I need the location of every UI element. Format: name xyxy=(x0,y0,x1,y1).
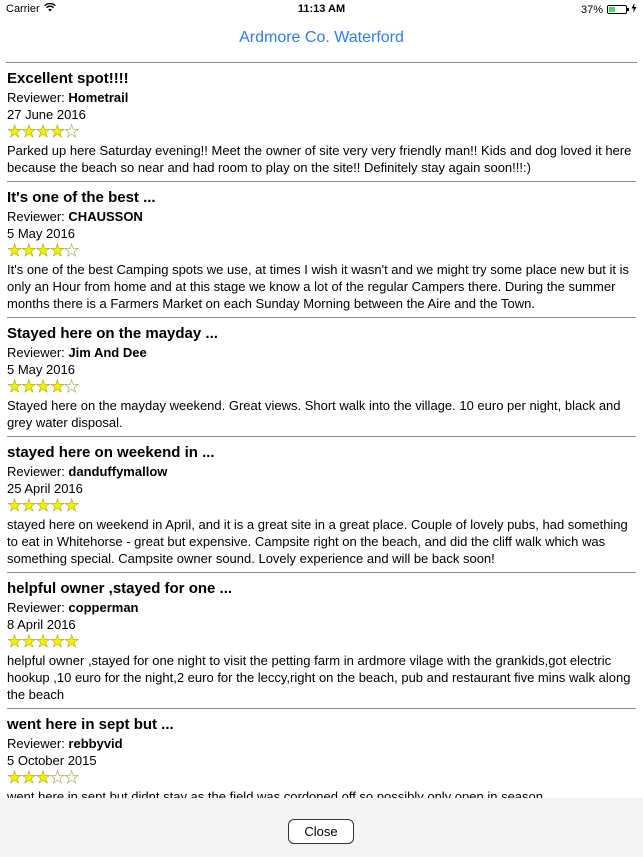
review-body: Stayed here on the mayday weekend. Great… xyxy=(7,398,621,430)
reviewer-name: danduffymallow xyxy=(68,464,168,479)
star-filled-icon: ★ xyxy=(35,496,51,515)
star-filled-icon: ★ xyxy=(49,496,65,515)
review-date: 25 April 2016 xyxy=(7,481,83,496)
star-empty-icon: ★ xyxy=(64,241,80,260)
review-body: It's one of the best Camping spots we us… xyxy=(7,262,630,311)
review-date: 5 May 2016 xyxy=(7,362,75,377)
reviewer-line: Reviewer: CHAUSSON xyxy=(7,208,636,225)
reviewer-name: rebbyvid xyxy=(68,736,123,751)
star-rating: ★★★★★ xyxy=(7,241,636,260)
review-item: Excellent spot!!!! Reviewer: Hometrail 27 … xyxy=(7,63,636,182)
star-filled-icon: ★ xyxy=(35,768,51,787)
charging-icon xyxy=(631,3,637,16)
star-empty-icon: ★ xyxy=(64,377,80,396)
reviewer-name: Hometrail xyxy=(68,90,129,105)
reviews-list[interactable]: Excellent spot!!!! Reviewer: Hometrail 27 … xyxy=(7,63,636,811)
star-filled-icon: ★ xyxy=(35,632,51,651)
reviewer-prefix: Reviewer: xyxy=(7,209,69,224)
review-title: helpful owner ,stayed for one ... xyxy=(7,580,233,597)
star-filled-icon: ★ xyxy=(49,632,65,651)
star-filled-icon: ★ xyxy=(7,768,23,787)
review-body: Parked up here Saturday evening!! Meet t… xyxy=(7,143,632,175)
star-rating: ★★★★★ xyxy=(7,768,636,787)
review-title: Stayed here on the mayday ... xyxy=(7,325,218,342)
review-title: Excellent spot!!!! xyxy=(7,70,129,87)
battery-icon xyxy=(607,5,629,14)
star-filled-icon: ★ xyxy=(7,241,23,260)
review-title: It's one of the best ... xyxy=(7,189,156,206)
review-item: stayed here on weekend in ... Reviewer: d… xyxy=(7,437,636,573)
review-item: It's one of the best ... Reviewer: CHAUSS… xyxy=(7,182,636,318)
star-empty-icon: ★ xyxy=(49,768,65,787)
page-title: Ardmore Co. Waterford xyxy=(239,29,404,46)
star-rating: ★★★★★ xyxy=(7,122,636,141)
reviewer-name: CHAUSSON xyxy=(68,209,143,224)
reviewer-prefix: Reviewer: xyxy=(7,345,69,360)
reviewer-name: Jim And Dee xyxy=(68,345,147,360)
reviewer-prefix: Reviewer: xyxy=(7,90,69,105)
star-empty-icon: ★ xyxy=(64,768,80,787)
review-date: 5 October 2015 xyxy=(7,753,97,768)
reviewer-line: Reviewer: danduffymallow xyxy=(7,463,636,480)
reviewer-prefix: Reviewer: xyxy=(7,600,69,615)
status-right: 37% xyxy=(581,3,637,16)
star-filled-icon: ★ xyxy=(35,241,51,260)
star-filled-icon: ★ xyxy=(21,768,37,787)
star-filled-icon: ★ xyxy=(21,632,37,651)
star-filled-icon: ★ xyxy=(7,122,23,141)
star-filled-icon: ★ xyxy=(21,377,37,396)
star-filled-icon: ★ xyxy=(7,377,23,396)
review-title: went here in sept but ... xyxy=(7,716,174,733)
star-filled-icon: ★ xyxy=(21,122,37,141)
review-date: 5 May 2016 xyxy=(7,226,75,241)
star-filled-icon: ★ xyxy=(49,122,65,141)
review-body: helpful owner ,stayed for one night to v… xyxy=(7,653,631,702)
star-filled-icon: ★ xyxy=(21,496,37,515)
reviewer-line: Reviewer: Jim And Dee xyxy=(7,344,636,361)
star-filled-icon: ★ xyxy=(64,632,80,651)
status-bar: Carrier 11:13 AM 37% xyxy=(0,0,643,20)
star-rating: ★★★★★ xyxy=(7,496,636,515)
star-filled-icon: ★ xyxy=(64,496,80,515)
star-filled-icon: ★ xyxy=(7,632,23,651)
review-body: stayed here on weekend in April, and it … xyxy=(7,517,628,566)
reviewer-prefix: Reviewer: xyxy=(7,736,69,751)
review-item: helpful owner ,stayed for one ... Reviewe… xyxy=(7,573,636,709)
review-date: 8 April 2016 xyxy=(7,617,76,632)
star-filled-icon: ★ xyxy=(49,241,65,260)
star-rating: ★★★★★ xyxy=(7,377,636,396)
reviewer-prefix: Reviewer: xyxy=(7,464,69,479)
star-filled-icon: ★ xyxy=(49,377,65,396)
review-title: stayed here on weekend in ... xyxy=(7,444,215,461)
status-time: 11:13 AM xyxy=(297,3,346,15)
star-filled-icon: ★ xyxy=(7,496,23,515)
star-filled-icon: ★ xyxy=(35,122,51,141)
battery-percent: 37% xyxy=(580,3,603,16)
star-rating: ★★★★★ xyxy=(7,632,636,651)
review-item: Stayed here on the mayday ... Reviewer: J… xyxy=(7,318,636,437)
review-item: went here in sept but ... Reviewer: rebby… xyxy=(7,709,636,811)
star-filled-icon: ★ xyxy=(35,377,51,396)
reviewer-name: copperman xyxy=(68,600,139,615)
reviewer-line: Reviewer: copperman xyxy=(7,599,636,616)
reviewer-line: Reviewer: Hometrail xyxy=(7,89,636,106)
star-empty-icon: ★ xyxy=(64,122,80,141)
battery-tip xyxy=(627,8,629,11)
reviewer-line: Reviewer: rebbyvid xyxy=(7,735,636,752)
close-button[interactable]: Close xyxy=(288,819,354,844)
star-filled-icon: ★ xyxy=(21,241,37,260)
battery-level xyxy=(609,7,615,12)
review-date: 27 June 2016 xyxy=(7,107,86,122)
